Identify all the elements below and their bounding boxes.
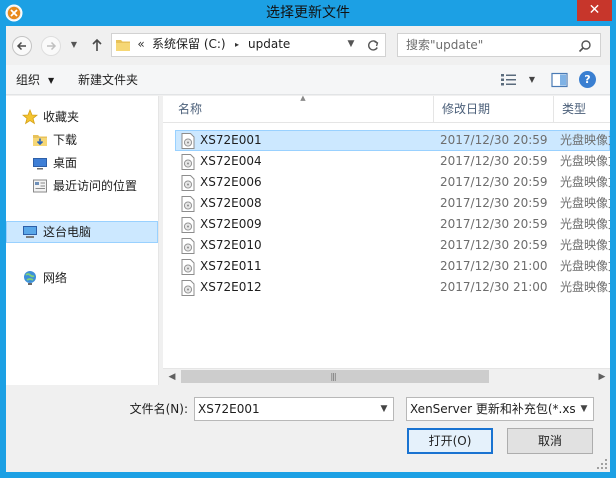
cancel-button[interactable]: 取消 bbox=[507, 428, 593, 454]
column-header-modified[interactable]: 修改日期 bbox=[433, 96, 553, 123]
file-modified: 2017/12/30 20:59 bbox=[440, 175, 548, 189]
resize-grip-icon[interactable] bbox=[596, 458, 608, 470]
refresh-icon bbox=[368, 40, 379, 51]
sort-ascending-icon: ▲ bbox=[300, 94, 306, 102]
organize-menu-button[interactable]: 组织 ▼ bbox=[8, 66, 62, 94]
chevron-down-icon: ▼ bbox=[48, 76, 55, 85]
close-button[interactable]: ✕ bbox=[577, 0, 612, 21]
computer-icon bbox=[23, 226, 37, 238]
filetype-value: XenServer 更新和补充包(*.xsu bbox=[410, 402, 575, 416]
file-modified: 2017/12/30 20:59 bbox=[440, 133, 548, 147]
file-type: 光盘映像文件 bbox=[560, 154, 610, 168]
help-button[interactable]: ? bbox=[579, 71, 596, 88]
file-type: 光盘映像文件 bbox=[560, 175, 610, 189]
recent-places-icon bbox=[33, 179, 47, 193]
file-type: 光盘映像文件 bbox=[560, 133, 610, 147]
file-type: 光盘映像文件 bbox=[560, 280, 610, 294]
address-history-dropdown[interactable]: ▼ bbox=[343, 33, 359, 57]
file-modified: 2017/12/30 20:59 bbox=[440, 217, 548, 231]
window-title: 选择更新文件 bbox=[266, 5, 350, 21]
disc-image-file-icon bbox=[181, 238, 195, 254]
arrow-up-icon bbox=[92, 38, 102, 51]
new-folder-button[interactable]: 新建文件夹 bbox=[70, 66, 146, 94]
filename-label: 文件名(N): bbox=[129, 402, 188, 416]
disc-image-file-icon bbox=[181, 175, 195, 191]
scroll-left-icon[interactable]: ◀ bbox=[164, 369, 180, 385]
breadcrumb-folder[interactable]: update bbox=[248, 33, 290, 57]
file-modified: 2017/12/30 20:59 bbox=[440, 238, 548, 252]
file-type: 光盘映像文件 bbox=[560, 196, 610, 210]
address-overflow-chevron[interactable]: « bbox=[134, 33, 148, 57]
disc-image-file-icon bbox=[181, 217, 195, 233]
file-name: XS72E001 bbox=[200, 133, 262, 147]
file-name: XS72E008 bbox=[200, 196, 262, 210]
arrow-left-icon bbox=[16, 41, 26, 51]
change-view-icon[interactable] bbox=[500, 72, 518, 88]
disc-image-file-icon bbox=[181, 154, 195, 170]
file-name: XS72E011 bbox=[200, 259, 262, 273]
forward-button[interactable] bbox=[41, 36, 61, 56]
up-button[interactable] bbox=[88, 35, 106, 55]
file-name: XS72E012 bbox=[200, 280, 262, 294]
sidebar-item-label: 下载 bbox=[53, 133, 78, 147]
file-type: 光盘映像文件 bbox=[560, 217, 610, 231]
file-name: XS72E010 bbox=[200, 238, 262, 252]
refresh-button[interactable] bbox=[364, 33, 382, 57]
window-frame-bottom bbox=[0, 472, 616, 478]
filename-input[interactable] bbox=[196, 398, 374, 420]
file-type: 光盘映像文件 bbox=[560, 259, 610, 273]
disc-image-file-icon bbox=[181, 259, 195, 275]
disc-image-file-icon bbox=[181, 280, 195, 296]
disc-image-file-icon bbox=[181, 196, 195, 212]
search-input[interactable] bbox=[400, 34, 576, 56]
file-modified: 2017/12/30 20:59 bbox=[440, 196, 548, 210]
sidebar-item-label: 收藏夹 bbox=[43, 110, 80, 124]
sidebar-item-label: 最近访问的位置 bbox=[53, 179, 138, 193]
breadcrumb-drive[interactable]: 系统保留 (C:) bbox=[152, 33, 226, 57]
open-button[interactable]: 打开(O) bbox=[407, 428, 493, 454]
organize-label: 组织 bbox=[16, 73, 41, 87]
scrollbar-grip-icon: ||| bbox=[330, 372, 336, 381]
filename-history-dropdown[interactable]: ▼ bbox=[376, 398, 392, 420]
breadcrumb-separator-icon[interactable]: ▸ bbox=[232, 33, 242, 57]
download-folder-icon bbox=[33, 135, 47, 146]
file-modified: 2017/12/30 21:00 bbox=[440, 280, 548, 294]
search-icon[interactable] bbox=[578, 39, 592, 53]
desktop-icon bbox=[33, 158, 47, 170]
back-button[interactable] bbox=[12, 36, 32, 56]
scroll-right-icon[interactable]: ▶ bbox=[594, 369, 610, 385]
file-name: XS72E004 bbox=[200, 154, 262, 168]
preview-pane-icon[interactable] bbox=[551, 72, 568, 88]
disc-image-file-icon bbox=[181, 133, 195, 149]
network-icon bbox=[24, 271, 36, 285]
recent-locations-dropdown[interactable]: ▼ bbox=[68, 38, 80, 52]
sidebar-item-label: 桌面 bbox=[53, 156, 78, 170]
column-header-type[interactable]: 类型 bbox=[553, 96, 610, 123]
arrow-right-icon bbox=[47, 41, 57, 51]
file-modified: 2017/12/30 21:00 bbox=[440, 259, 548, 273]
filetype-dropdown[interactable]: ▼ bbox=[576, 398, 592, 420]
file-name: XS72E009 bbox=[200, 217, 262, 231]
file-name: XS72E006 bbox=[200, 175, 262, 189]
star-icon bbox=[22, 109, 38, 125]
window-frame-right bbox=[610, 26, 616, 478]
sidebar-item-label: 这台电脑 bbox=[43, 225, 92, 239]
folder-icon bbox=[116, 40, 130, 51]
file-modified: 2017/12/30 20:59 bbox=[440, 154, 548, 168]
file-type: 光盘映像文件 bbox=[560, 238, 610, 252]
view-options-dropdown[interactable]: ▼ bbox=[526, 72, 538, 88]
sidebar-item-label: 网络 bbox=[43, 271, 68, 285]
